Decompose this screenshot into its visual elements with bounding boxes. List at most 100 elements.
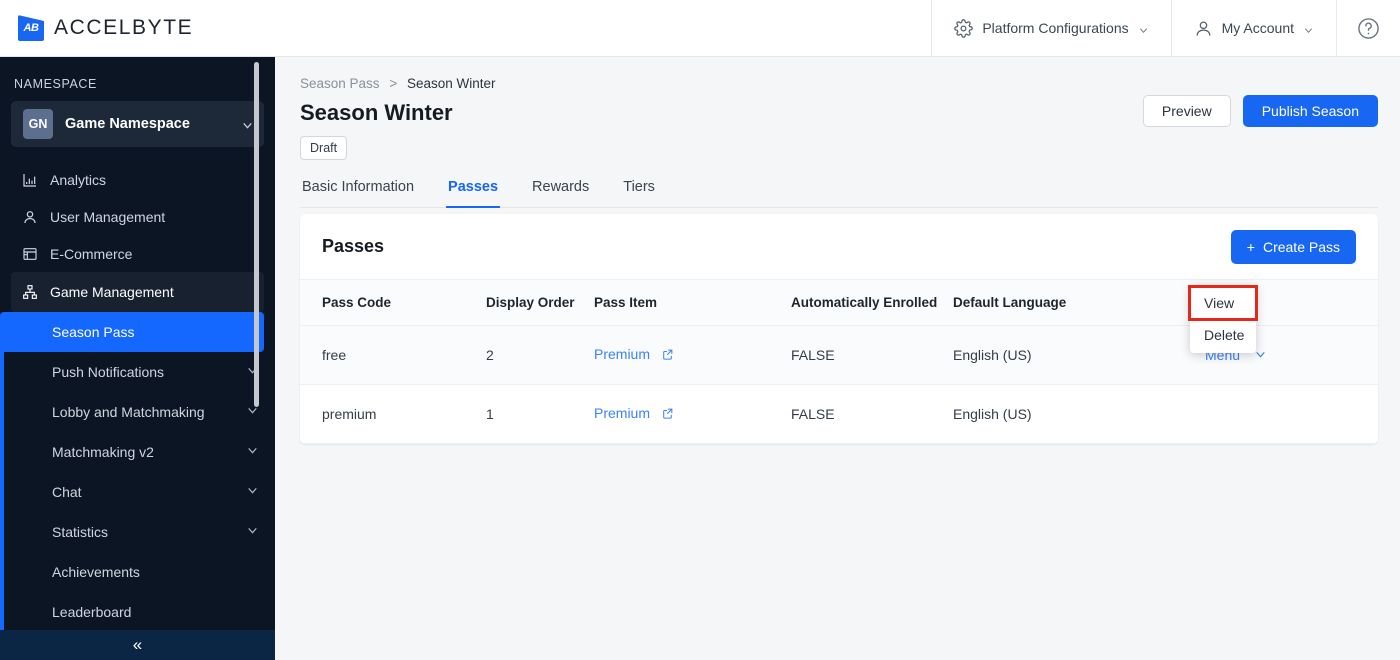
page-actions: Preview Publish Season xyxy=(1142,95,1378,127)
external-link-icon[interactable] xyxy=(661,348,674,364)
publish-season-button[interactable]: Publish Season xyxy=(1242,95,1378,127)
my-account-menu[interactable]: My Account xyxy=(1170,0,1336,57)
tab-rewards[interactable]: Rewards xyxy=(530,179,591,208)
column-pass-code: Pass Code xyxy=(300,280,486,326)
brand-mark-text: AB xyxy=(23,22,39,34)
sidebar-scrollbar[interactable] xyxy=(254,62,259,407)
accelbyte-logo-icon: AB xyxy=(18,15,44,41)
tab-tiers[interactable]: Tiers xyxy=(621,179,657,208)
pass-item-link[interactable]: Premium xyxy=(594,405,650,421)
column-default-language: Default Language xyxy=(953,280,1205,326)
tab-bar: Basic Information Passes Rewards Tiers xyxy=(300,179,1378,208)
sidebar-item-matchmaking-v2[interactable]: Matchmaking v2 xyxy=(0,432,275,472)
cell-default-language: English (US) xyxy=(953,384,1205,444)
sidebar-item-analytics[interactable]: Analytics xyxy=(0,161,275,198)
sidebar-item-label: Statistics xyxy=(52,524,109,540)
sidebar: NAMESPACE GN Game Namespace Analytics Us… xyxy=(0,57,275,660)
chevron-down-icon xyxy=(1303,23,1314,34)
tab-passes[interactable]: Passes xyxy=(446,179,501,208)
chevron-down-icon xyxy=(1138,23,1149,34)
namespace-name: Game Namespace xyxy=(65,116,190,132)
sitemap-icon xyxy=(22,284,38,300)
sidebar-nav: Analytics User Management E-Commerce Gam… xyxy=(0,161,275,660)
namespace-badge: GN xyxy=(23,109,53,139)
breadcrumb-parent[interactable]: Season Pass xyxy=(300,76,380,91)
namespace-label: NAMESPACE xyxy=(14,77,97,91)
create-pass-button[interactable]: + Create Pass xyxy=(1230,229,1356,264)
pass-item-link[interactable]: Premium xyxy=(594,346,650,362)
sidebar-item-label: Season Pass xyxy=(52,324,135,340)
sidebar-item-label: Achievements xyxy=(52,564,140,580)
help-circle-icon xyxy=(1357,17,1380,40)
sidebar-item-statistics[interactable]: Statistics xyxy=(0,512,275,552)
sidebar-item-season-pass[interactable]: Season Pass xyxy=(0,312,264,352)
cell-pass-item: Premium xyxy=(594,384,791,444)
passes-title: Passes xyxy=(322,236,385,256)
cell-pass-code: free xyxy=(300,325,486,385)
sidebar-item-label: Leaderboard xyxy=(52,604,132,620)
cell-automatically-enrolled: FALSE xyxy=(791,325,953,385)
dropdown-item-view[interactable]: View xyxy=(1188,285,1258,321)
sidebar-item-lobby-and-matchmaking[interactable]: Lobby and Matchmaking xyxy=(0,392,275,432)
sidebar-item-label: Push Notifications xyxy=(52,364,165,380)
sidebar-collapse-button[interactable]: « xyxy=(0,630,275,660)
column-automatically-enrolled: Automatically Enrolled xyxy=(791,280,953,326)
sidebar-item-achievements[interactable]: Achievements xyxy=(0,552,275,592)
gear-icon xyxy=(954,18,974,38)
sidebar-item-label: Analytics xyxy=(50,171,107,188)
namespace-selector[interactable]: GN Game Namespace xyxy=(11,101,264,147)
sidebar-item-label: Chat xyxy=(52,484,82,500)
sidebar-item-label: Lobby and Matchmaking xyxy=(52,404,205,420)
row-action-dropdown: View Delete xyxy=(1188,285,1258,353)
sidebar-item-game-management[interactable]: Game Management xyxy=(11,272,264,312)
chevron-down-icon xyxy=(246,524,259,540)
external-link-icon[interactable] xyxy=(661,407,674,423)
column-pass-item: Pass Item xyxy=(594,280,791,326)
cell-pass-item: Premium xyxy=(594,325,791,385)
chevron-down-icon xyxy=(246,444,259,460)
sidebar-item-label: Game Management xyxy=(50,284,174,300)
breadcrumb-separator: > xyxy=(389,76,398,91)
help-button[interactable] xyxy=(1336,0,1400,57)
user-icon xyxy=(1194,19,1213,38)
preview-button[interactable]: Preview xyxy=(1142,95,1231,127)
my-account-label: My Account xyxy=(1221,20,1294,36)
cell-action xyxy=(1205,384,1378,444)
dropdown-item-delete[interactable]: Delete xyxy=(1190,319,1256,351)
top-bar-right: Platform Configurations My Account xyxy=(931,0,1400,57)
status-badge: Draft xyxy=(300,136,348,160)
chevron-down-icon xyxy=(246,484,259,500)
cell-display-order: 1 xyxy=(486,384,594,444)
sidebar-item-ecommerce[interactable]: E-Commerce xyxy=(0,235,275,272)
main-content: Season Pass > Season Winter Season Winte… xyxy=(275,57,1400,660)
top-bar: AB ACCELBYTE Platform Configurations My … xyxy=(0,0,1400,57)
bar-chart-icon xyxy=(22,172,38,188)
plus-icon: + xyxy=(1246,238,1255,255)
sidebar-item-chat[interactable]: Chat xyxy=(0,472,275,512)
double-chevron-left-icon: « xyxy=(132,635,143,654)
chevron-down-icon xyxy=(241,119,252,130)
platform-configurations-menu[interactable]: Platform Configurations xyxy=(931,0,1170,57)
create-pass-label: Create Pass xyxy=(1262,238,1340,255)
breadcrumb-current: Season Winter xyxy=(406,76,496,91)
sidebar-item-push-notifications[interactable]: Push Notifications xyxy=(0,352,275,392)
sidebar-item-label: Matchmaking v2 xyxy=(52,444,154,460)
sidebar-item-user-management[interactable]: User Management xyxy=(0,198,275,235)
brand-logo[interactable]: AB ACCELBYTE xyxy=(18,15,193,41)
sidebar-item-leaderboard[interactable]: Leaderboard xyxy=(0,592,275,632)
table-row: premium 1 Premium FALSE English (US) xyxy=(300,384,1378,444)
column-display-order: Display Order xyxy=(486,280,594,326)
user-icon xyxy=(22,209,38,225)
cell-display-order: 2 xyxy=(486,325,594,385)
breadcrumb: Season Pass > Season Winter xyxy=(300,76,1400,91)
passes-card-header: Passes + Create Pass xyxy=(300,214,1378,280)
platform-configurations-label: Platform Configurations xyxy=(982,20,1129,36)
cell-pass-code: premium xyxy=(300,384,486,444)
sidebar-item-label: User Management xyxy=(50,208,166,225)
cell-automatically-enrolled: FALSE xyxy=(791,384,953,444)
sidebar-item-label: E-Commerce xyxy=(50,245,133,262)
store-icon xyxy=(22,246,38,262)
cell-default-language: English (US) xyxy=(953,325,1205,385)
brand-name: ACCELBYTE xyxy=(54,16,194,39)
tab-basic-information[interactable]: Basic Information xyxy=(300,179,416,208)
